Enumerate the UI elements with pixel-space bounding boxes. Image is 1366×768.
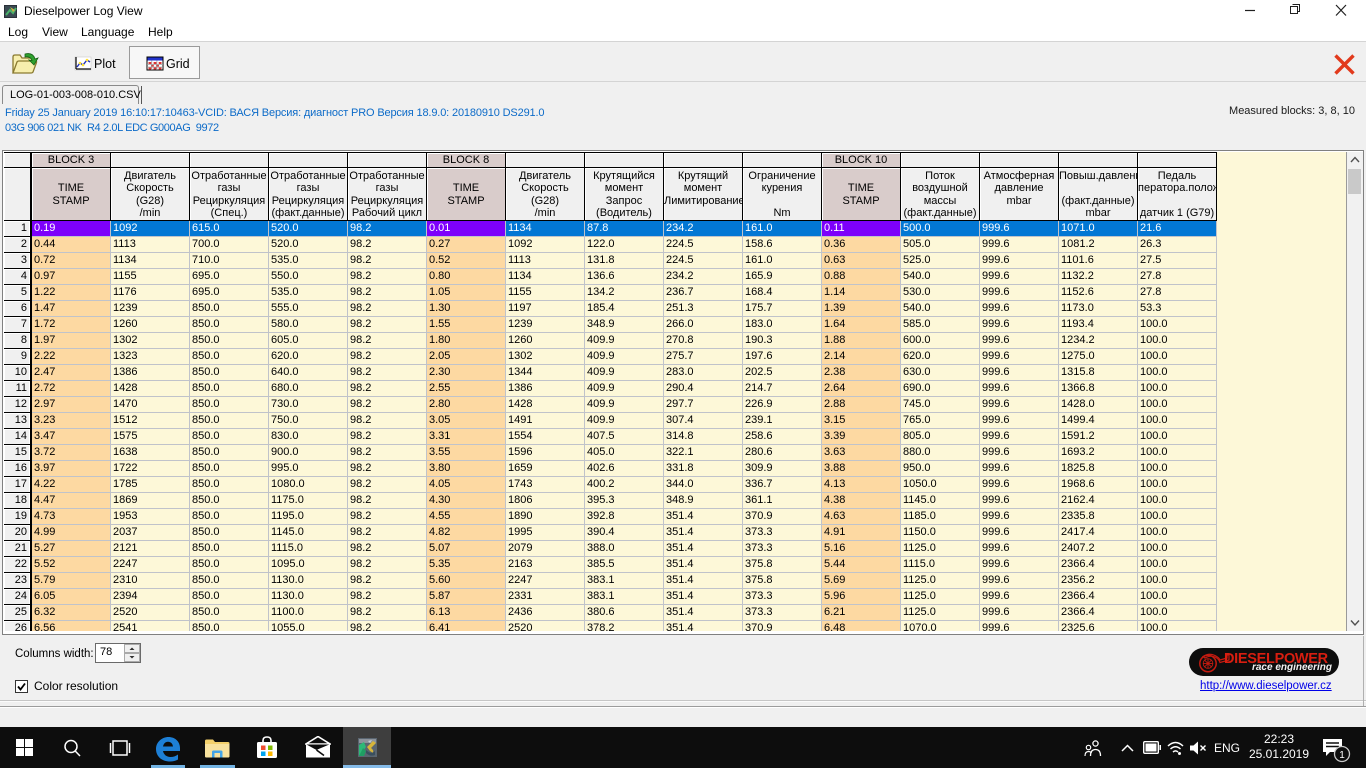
svg-text:1: 1 xyxy=(1339,750,1345,761)
